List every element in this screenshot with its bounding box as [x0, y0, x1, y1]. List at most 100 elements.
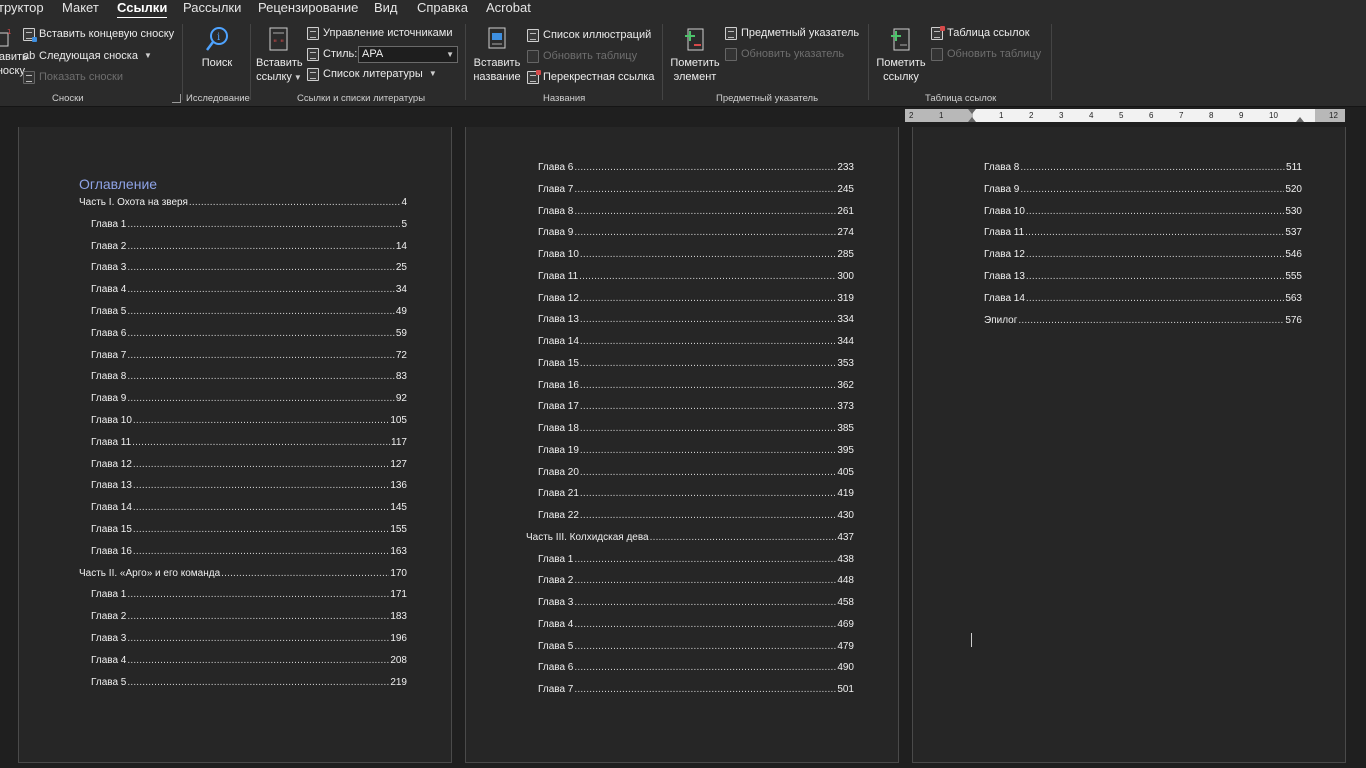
- dialog-launcher-icon[interactable]: [172, 94, 181, 103]
- insert-citation-button[interactable]: " " Вставить ссылку ▼: [256, 25, 303, 85]
- toc-entry[interactable]: Глава 3 196: [91, 632, 407, 646]
- toc-entry[interactable]: Глава 13 334: [538, 313, 854, 327]
- toc-entry[interactable]: Глава 11 117: [91, 436, 407, 450]
- toc-entry[interactable]: Глава 20 405: [538, 466, 854, 480]
- toc-entry-page: 430: [837, 510, 854, 521]
- toc-entry[interactable]: Глава 9 92: [91, 392, 407, 406]
- toc-entry[interactable]: Часть II. «Арго» и его команда 170: [79, 567, 407, 581]
- toc-entry[interactable]: Глава 11 300: [538, 270, 854, 284]
- toc-entry[interactable]: Глава 7 501: [538, 683, 854, 697]
- toc-entry[interactable]: Глава 8 511: [984, 161, 1302, 175]
- toc-entry[interactable]: Глава 8 83: [91, 370, 407, 384]
- bibliography-button[interactable]: Список литературы ▼: [307, 67, 437, 81]
- hanging-indent-marker[interactable]: [968, 117, 976, 122]
- toc-entry-title: Эпилог: [984, 314, 1018, 326]
- toc-entry[interactable]: Глава 19 395: [538, 444, 854, 458]
- right-indent-marker[interactable]: [1296, 117, 1304, 122]
- toc-entry-title: Глава 8: [91, 371, 127, 383]
- insert-index-button[interactable]: Предметный указатель: [725, 26, 859, 40]
- toc-entry[interactable]: Глава 1 438: [538, 553, 854, 567]
- toc-entry-page: 520: [1285, 183, 1302, 195]
- search-button[interactable]: i Поиск: [200, 25, 234, 70]
- toc-entry[interactable]: Глава 7 72: [91, 349, 407, 363]
- toc-entry-page: 319: [837, 292, 854, 304]
- toc-entry[interactable]: Глава 12 319: [538, 292, 854, 306]
- citation-style-select[interactable]: APA ▼: [358, 46, 458, 63]
- update-figures-table-button[interactable]: Обновить таблицу: [527, 49, 637, 63]
- toc-entry[interactable]: Глава 5 49: [91, 305, 407, 319]
- toc-entry[interactable]: Часть I. Охота на зверя 4: [79, 196, 407, 210]
- toc-entry[interactable]: Глава 6 59: [91, 327, 407, 341]
- toc-entry[interactable]: Глава 4 208: [91, 654, 407, 668]
- toc-entry[interactable]: Глава 10 105: [91, 414, 407, 428]
- horizontal-ruler[interactable]: 2 1 1 2 3 4 5 6 7 8 9 10 12: [905, 109, 1345, 122]
- toc-entry-title: Глава 7: [538, 684, 574, 695]
- next-footnote-button[interactable]: ab Следующая сноска ▼: [23, 49, 152, 63]
- toc-entry[interactable]: Глава 10 530: [984, 205, 1302, 219]
- toc-entry[interactable]: Глава 5 219: [91, 676, 407, 690]
- toc-entry[interactable]: Глава 3 25: [91, 261, 407, 275]
- insert-endnote-button[interactable]: Вставить концевую сноску: [23, 27, 174, 42]
- toc-entry[interactable]: Глава 14 344: [538, 335, 854, 349]
- toc-entry[interactable]: Глава 18 385: [538, 422, 854, 436]
- first-line-indent-marker[interactable]: [968, 109, 976, 114]
- tab-view[interactable]: Вид: [374, 0, 398, 16]
- document-page-2[interactable]: Глава 6 233 Глава 7 245 Глава 8 261 Глава 9 274…: [465, 127, 899, 763]
- toc-entry[interactable]: Глава 4 34: [91, 283, 407, 297]
- toc-entry[interactable]: Глава 21 419: [538, 487, 854, 501]
- toc-entry[interactable]: Глава 9 520: [984, 183, 1302, 197]
- toc-entry[interactable]: Глава 10 285: [538, 248, 854, 262]
- mark-citation-button[interactable]: Пометить ссылку: [874, 25, 928, 84]
- toc-entry[interactable]: Глава 4 469: [538, 618, 854, 632]
- toc-entry[interactable]: Эпилог 576: [984, 314, 1302, 328]
- tab-references[interactable]: Ссылки: [117, 0, 168, 19]
- toc-entry[interactable]: Глава 2 14: [91, 240, 407, 254]
- toc-entry[interactable]: Глава 1 171: [91, 588, 407, 602]
- mark-entry-button[interactable]: Пометить элемент: [668, 25, 722, 84]
- manage-sources-button[interactable]: Управление источниками: [307, 26, 452, 40]
- document-page-3[interactable]: Глава 8 511 Глава 9 520 Глава 10 530 Глава 11 5…: [912, 127, 1346, 763]
- toc-entry[interactable]: Глава 5 479: [538, 640, 854, 654]
- toc-entry[interactable]: Часть III. Колхидская дева 437: [526, 531, 854, 545]
- toc-entry[interactable]: Глава 15 155: [91, 523, 407, 537]
- tab-design[interactable]: труктор: [0, 0, 44, 16]
- toc-entry[interactable]: Глава 16 362: [538, 379, 854, 393]
- tab-mailings[interactable]: Рассылки: [183, 0, 241, 16]
- tab-layout[interactable]: Макет: [62, 0, 99, 16]
- cross-reference-button[interactable]: Перекрестная ссылка: [527, 69, 655, 84]
- tab-acrobat[interactable]: Acrobat: [486, 0, 531, 16]
- toc-entry[interactable]: Глава 14 145: [91, 501, 407, 515]
- document-page-1[interactable]: Оглавление Часть I. Охота на зверя 4 Глава…: [18, 127, 452, 763]
- toc-entry[interactable]: Глава 12 546: [984, 248, 1302, 262]
- table-of-figures-button[interactable]: Список иллюстраций: [527, 28, 651, 42]
- toc-entry[interactable]: Глава 1 5: [91, 218, 407, 232]
- toc-entry-title: Глава 13: [91, 480, 132, 492]
- insert-toa-button[interactable]: Таблица ссылок: [931, 25, 1030, 40]
- toc-entry[interactable]: Глава 6 490: [538, 661, 854, 675]
- insert-caption-button[interactable]: Вставить название: [472, 25, 522, 84]
- next-footnote-icon: ab: [23, 50, 36, 62]
- toc-entry[interactable]: Глава 3 458: [538, 596, 854, 610]
- toc-entry[interactable]: Глава 9 274: [538, 226, 854, 240]
- toc-entry[interactable]: Глава 13 555: [984, 270, 1302, 284]
- toc-entry[interactable]: Глава 8 261: [538, 205, 854, 219]
- toc-entry[interactable]: Глава 13 136: [91, 479, 407, 493]
- toc-entry[interactable]: Глава 12 127: [91, 458, 407, 472]
- tab-help[interactable]: Справка: [417, 0, 468, 16]
- chevron-down-icon[interactable]: ▼: [144, 49, 152, 63]
- toc-entry-page: 245: [837, 183, 854, 195]
- toc-entry[interactable]: Глава 14 563: [984, 292, 1302, 306]
- toc-entry[interactable]: Глава 11 537: [984, 226, 1302, 240]
- update-index-button[interactable]: Обновить указатель: [725, 47, 844, 61]
- toc-entry[interactable]: Глава 16 163: [91, 545, 407, 559]
- toc-entry[interactable]: Глава 17 373: [538, 400, 854, 414]
- toc-entry[interactable]: Глава 15 353: [538, 357, 854, 371]
- update-toa-button[interactable]: Обновить таблицу: [931, 47, 1041, 61]
- toc-entry[interactable]: Глава 22 430: [538, 509, 854, 523]
- tab-review[interactable]: Рецензирование: [258, 0, 358, 16]
- toc-entry[interactable]: Глава 2 448: [538, 574, 854, 588]
- toc-entry[interactable]: Глава 7 245: [538, 183, 854, 197]
- toc-entry[interactable]: Глава 2 183: [91, 610, 407, 624]
- show-notes-button[interactable]: Показать сноски: [23, 70, 123, 84]
- toc-entry[interactable]: Глава 6 233: [538, 161, 854, 175]
